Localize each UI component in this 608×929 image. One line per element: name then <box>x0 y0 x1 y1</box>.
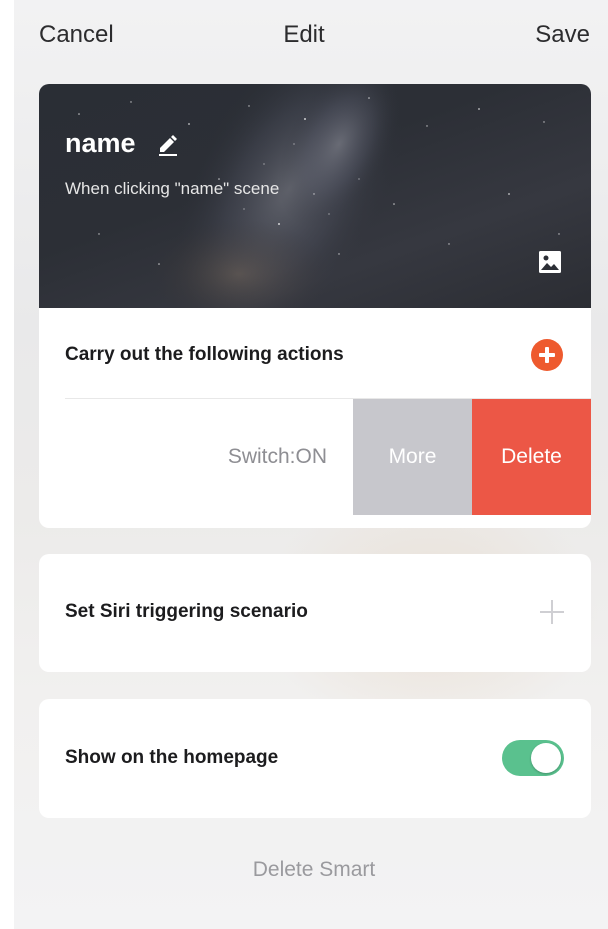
scene-name: name <box>65 128 136 158</box>
action-item[interactable]: Switch:ON More Delete <box>39 399 591 515</box>
show-on-homepage-toggle[interactable] <box>502 740 564 776</box>
more-button[interactable]: More <box>353 399 472 515</box>
navigation-bar: Cancel Edit Save <box>0 0 608 70</box>
screen-edge <box>0 0 14 929</box>
toggle-knob <box>531 743 561 773</box>
homepage-label: Show on the homepage <box>65 747 279 768</box>
pencil-icon[interactable] <box>156 132 180 156</box>
add-circle-icon[interactable] <box>531 339 563 371</box>
image-icon[interactable] <box>538 250 562 274</box>
plus-icon[interactable] <box>540 600 564 624</box>
save-button[interactable]: Save <box>535 21 590 49</box>
scene-cover-image: name When clicking "name" scene <box>39 84 591 308</box>
delete-action-button[interactable]: Delete <box>472 399 591 515</box>
siri-label: Set Siri triggering scenario <box>65 601 308 622</box>
delete-smart-button[interactable]: Delete Smart <box>0 858 608 882</box>
siri-card[interactable]: Set Siri triggering scenario <box>39 554 591 672</box>
action-label: Switch:ON <box>227 445 327 468</box>
actions-section-title: Carry out the following actions <box>65 344 344 365</box>
scene-card: name When clicking "name" scene Carry ou… <box>39 84 591 528</box>
page-title: Edit <box>283 21 325 48</box>
homepage-card: Show on the homepage <box>39 699 591 818</box>
scene-description: When clicking "name" scene <box>65 179 280 198</box>
